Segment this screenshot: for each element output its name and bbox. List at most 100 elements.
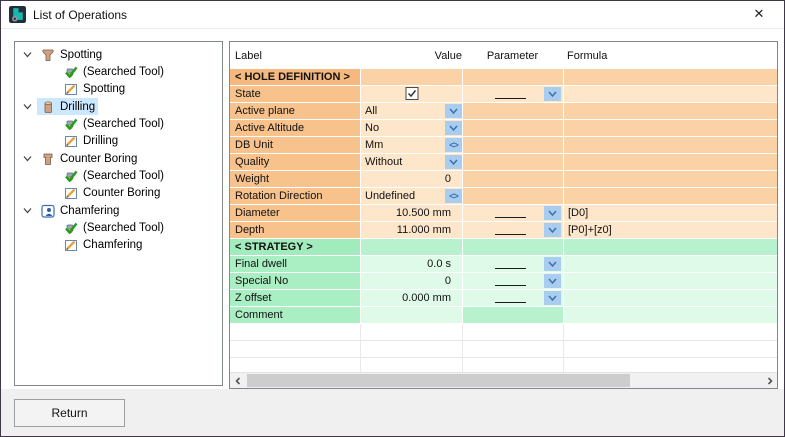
tree-item-label: Counter Boring [60,153,137,165]
tree-item-searched-tool-child[interactable]: (Searched Tool) [16,63,221,80]
cell-label: < HOLE DEFINITION > [230,69,360,85]
horizontal-scrollbar[interactable] [230,372,777,388]
parameter-dropdown-icon[interactable] [544,206,561,220]
cell-value[interactable]: Without [361,154,462,170]
cell-formula[interactable]: [P0]+[z0] [564,222,777,238]
cell-parameter[interactable] [463,205,563,221]
parameter-line [495,217,526,218]
cell-formula [564,154,777,170]
close-icon[interactable]: ✕ [744,1,774,27]
cell-parameter [463,103,563,119]
value-text: 11.000 mm [361,222,462,238]
parameter-line [495,285,526,286]
parameter-line [495,302,526,303]
tree-item-searched-tool-child[interactable]: (Searched Tool) [16,220,221,237]
value-text: Mm [361,137,444,153]
cell-value[interactable]: All [361,103,462,119]
parameter-dropdown-icon[interactable] [544,274,561,288]
value-dropdown-icon[interactable] [445,104,462,118]
cell-value[interactable]: Mm<> [361,137,462,153]
cell-formula[interactable] [564,256,777,272]
tree-item-chamfering-child[interactable]: Chamfering [16,237,221,254]
cell-parameter [463,307,563,323]
cell-parameter[interactable] [463,273,563,289]
parameter-dropdown-icon[interactable] [544,291,561,305]
column-header-value: Value [365,50,462,62]
cell-value[interactable]: 0.000 mm [361,290,462,306]
value-dropdown-icon[interactable] [445,121,462,135]
value-spinner-icon[interactable]: <> [445,138,462,152]
tree-item-searched-tool-child[interactable]: (Searched Tool) [16,167,221,184]
tree-item-spotting[interactable]: Spotting [16,46,221,63]
cell-label: Quality [230,154,360,170]
cell-formula [564,171,777,187]
drill-icon [40,99,56,115]
cell-formula[interactable] [564,290,777,306]
parameter-dropdown-icon[interactable] [544,223,561,237]
cell-parameter[interactable] [463,222,563,238]
cell-label: Final dwell [230,256,360,272]
cell-value[interactable]: Undefined<> [361,188,462,204]
table-row-depth: Depth11.000 mm[P0]+[z0] [230,222,777,238]
scroll-right-icon[interactable] [762,373,777,388]
scroll-left-icon[interactable] [230,373,245,388]
return-button[interactable]: Return [14,399,125,427]
value-text: All [361,103,444,119]
cell-value[interactable]: 0.0 s [361,256,462,272]
value-spinner-icon[interactable]: <> [445,189,462,203]
cell-value[interactable] [361,86,462,102]
tree-item-chamfering[interactable]: Chamfering [16,202,221,219]
expand-chevron-icon[interactable] [22,153,33,164]
cell-value[interactable]: 11.000 mm [361,222,462,238]
cell-formula [564,188,777,204]
tree-item-drilling-child[interactable]: Drilling [16,133,221,150]
scrollbar-thumb[interactable] [247,374,630,387]
table-header: Label Value Parameter Formula [230,42,777,69]
cell-label: Active Altitude [230,120,360,136]
tree-item-counter-boring[interactable]: Counter Boring [16,150,221,167]
cell-formula [564,103,777,119]
tree-item-searched-tool-child[interactable]: (Searched Tool) [16,115,221,132]
searched-tool-icon [63,116,79,132]
cell-parameter[interactable] [463,290,563,306]
parameter-dropdown-icon[interactable] [544,257,561,271]
tree-item-label: Spotting [83,83,125,95]
table-row-weight: Weight0 [230,171,777,187]
cell-label: Comment [230,307,360,323]
cell-formula[interactable] [564,273,777,289]
cell-parameter[interactable] [463,86,563,102]
cell-label: Z offset [230,290,360,306]
cell-formula [564,69,777,85]
section-row-hole-definition: < HOLE DEFINITION > [230,69,777,85]
operations-app-icon [9,6,26,23]
expand-chevron-icon[interactable] [22,49,33,60]
tree-item-spotting-child[interactable]: Spotting [16,81,221,98]
expand-chevron-icon[interactable] [22,101,33,112]
cell-value[interactable]: 0 [361,273,462,289]
table-row-active-plane: Active planeAll [230,103,777,119]
cell-parameter[interactable] [463,256,563,272]
cell-value[interactable]: No [361,120,462,136]
state-checkbox[interactable] [405,87,418,100]
cell-formula [564,120,777,136]
value-text: Undefined [361,188,444,204]
tree-item-drilling[interactable]: Drilling [16,98,221,115]
cell-formula[interactable] [564,86,777,102]
value-text: 10.500 mm [361,205,462,221]
cell-label: Active plane [230,103,360,119]
cell-formula[interactable]: [D0] [564,205,777,221]
cell-label: Rotation Direction [230,188,360,204]
searched-tool-icon [63,220,79,236]
table-row-state: State [230,86,777,102]
cell-value[interactable]: 10.500 mm [361,205,462,221]
tree-item-counter-boring-child[interactable]: Counter Boring [16,185,221,202]
cell-value [361,239,462,255]
value-dropdown-icon[interactable] [445,155,462,169]
searched-tool-icon [63,168,79,184]
cell-formula[interactable] [564,307,777,323]
expand-chevron-icon[interactable] [22,205,33,216]
cell-value[interactable] [361,307,462,323]
cell-value[interactable]: 0 [361,171,462,187]
parameter-dropdown-icon[interactable] [544,87,561,101]
tree-item-label: (Searched Tool) [83,170,164,182]
